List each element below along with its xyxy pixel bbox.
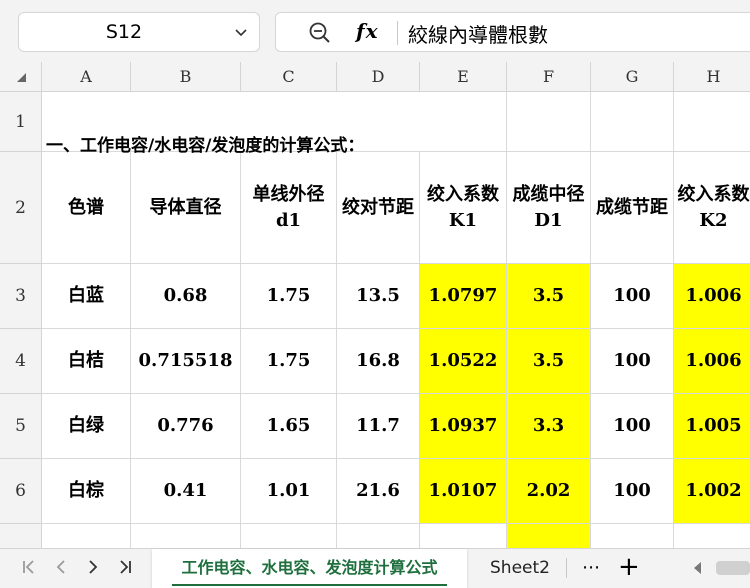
tab-sheet1[interactable]: 工作电容、水电容、发泡度计算公式 [152,549,467,588]
table-cell[interactable]: 100 [591,394,674,459]
add-sheet-icon[interactable]: + [618,554,640,580]
table-cell-highlighted[interactable]: 3.5 [507,329,591,394]
cell-h7[interactable] [674,524,750,548]
cell-h1[interactable] [674,92,750,152]
sheet-title: 一、工作电容/水电容/发泡度的计算公式： [46,136,365,156]
column-header-a[interactable]: A [42,62,131,92]
tab-sheet2[interactable]: Sheet2 [480,549,560,588]
more-icon[interactable]: ⋯ [582,557,601,578]
row-header-5[interactable]: 5 [0,394,42,459]
formula-input[interactable]: 絞線內導體根數 [408,19,548,48]
table-cell[interactable]: 白棕 [42,459,131,524]
table-cell[interactable]: 白蓝 [42,264,131,329]
prev-sheet-icon[interactable] [52,558,70,576]
table-cell-highlighted[interactable]: 3.3 [507,394,591,459]
tab-separator [566,558,567,578]
column-header-c[interactable]: C [241,62,337,92]
table-cell[interactable]: 16.8 [337,329,420,394]
table-cell-highlighted[interactable]: 2.02 [507,459,591,524]
table-cell[interactable]: 白桔 [42,329,131,394]
table-cell[interactable]: 1.75 [241,329,337,394]
header-cell-pair-lay[interactable]: 绞对节距 [337,152,420,264]
first-sheet-icon[interactable] [20,558,38,576]
cell-d7[interactable] [337,524,420,548]
table-cell-highlighted[interactable]: 1.0797 [420,264,507,329]
formula-separator [397,21,398,45]
sheet-tab-bar: 工作电容、水电容、发泡度计算公式 Sheet2 ⋯ + [0,548,750,588]
table-cell-highlighted[interactable]: 1.0522 [420,329,507,394]
column-header-e[interactable]: E [420,62,507,92]
table-cell[interactable]: 100 [591,264,674,329]
table-cell[interactable]: 0.68 [131,264,241,329]
column-header-h[interactable]: H [674,62,750,92]
row-header-6[interactable]: 6 [0,459,42,524]
table-cell[interactable]: 0.715518 [131,329,241,394]
column-header-d[interactable]: D [337,62,420,92]
table-cell[interactable]: 1.75 [241,264,337,329]
table-cell[interactable]: 13.5 [337,264,420,329]
toolbar: S12 fx 絞線內導體根數 [0,0,750,62]
scroll-left-icon[interactable] [694,562,701,574]
cell-reference[interactable]: S12 [19,21,229,43]
cell-e7[interactable] [420,524,507,548]
table-cell[interactable]: 11.7 [337,394,420,459]
header-cell-k2[interactable]: 绞入系数K2 [674,152,750,264]
table-cell-highlighted[interactable]: 1.0107 [420,459,507,524]
table-cell[interactable]: 100 [591,459,674,524]
row-header-7[interactable]: 7 [0,524,42,548]
cell-g1[interactable] [591,92,674,152]
table-cell[interactable]: 1.65 [241,394,337,459]
header-cell-wire-od[interactable]: 单线外径d1 [241,152,337,264]
name-box[interactable]: S12 [18,12,260,52]
header-cell-conductor-diameter[interactable]: 导体直径 [131,152,241,264]
table-cell-highlighted[interactable]: 1.006 [674,264,750,329]
table-cell-highlighted[interactable]: 1.002 [674,459,750,524]
column-header-g[interactable]: G [591,62,674,92]
header-cell-cable-lay[interactable]: 成缆节距 [591,152,674,264]
table-cell-highlighted[interactable]: 3.5 [507,264,591,329]
row-header-4[interactable]: 4 [0,329,42,394]
table-cell-highlighted[interactable]: 1.006 [674,329,750,394]
cell-g7[interactable] [591,524,674,548]
zoom-icon[interactable] [308,21,332,45]
chevron-down-icon[interactable] [233,24,249,40]
table-cell[interactable]: 0.776 [131,394,241,459]
select-all-icon [17,73,26,82]
cell-a7[interactable] [42,524,131,548]
row-header-2[interactable]: 2 [0,152,42,264]
cell-f1[interactable] [507,92,591,152]
column-header-f[interactable]: F [507,62,591,92]
fx-icon[interactable]: fx [356,19,379,43]
table-cell-highlighted[interactable]: 1.0937 [420,394,507,459]
header-cell-color[interactable]: 色谱 [42,152,131,264]
next-sheet-icon[interactable] [84,558,102,576]
horizontal-scrollbar[interactable] [716,561,750,575]
table-cell[interactable]: 21.6 [337,459,420,524]
table-cell[interactable]: 白绿 [42,394,131,459]
select-all-corner[interactable] [0,62,42,92]
cell-b7[interactable] [131,524,241,548]
table-cell[interactable]: 100 [591,329,674,394]
header-cell-d1[interactable]: 成缆中径D1 [507,152,591,264]
header-cell-k1[interactable]: 绞入系数K1 [420,152,507,264]
table-cell[interactable]: 0.41 [131,459,241,524]
cell-c7[interactable] [241,524,337,548]
row-header-3[interactable]: 3 [0,264,42,329]
column-header-b[interactable]: B [131,62,241,92]
cell-f7[interactable] [507,524,591,548]
row-header-1[interactable]: 1 [0,92,42,152]
formula-bar: fx 絞線內導體根數 [275,12,750,52]
table-cell-highlighted[interactable]: 1.005 [674,394,750,459]
last-sheet-icon[interactable] [116,558,134,576]
table-cell[interactable]: 1.01 [241,459,337,524]
spreadsheet-grid[interactable]: A B C D E F G H 1 2 3 4 5 6 7 色谱 导体直径 单线… [0,62,750,548]
cell-e1[interactable] [420,92,507,152]
